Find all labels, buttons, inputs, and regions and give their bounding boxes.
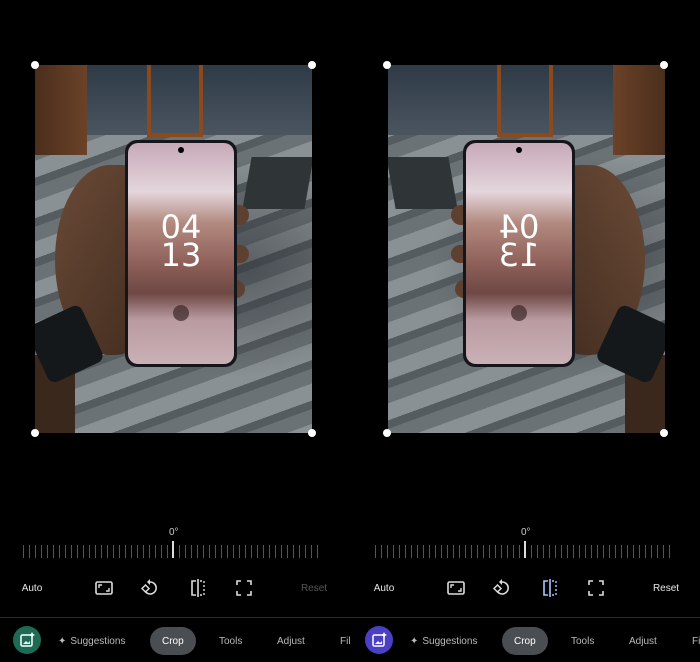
rotate-button[interactable]: [492, 578, 512, 598]
rotate-button[interactable]: [140, 578, 160, 598]
photo-door: [613, 65, 665, 155]
crop-handle-top-right[interactable]: [660, 61, 668, 69]
crop-handle-bottom-left[interactable]: [31, 429, 39, 437]
rotate-icon: [492, 579, 509, 595]
tab-tools[interactable]: Tools: [571, 627, 594, 655]
tab-filters-label: Fi: [692, 635, 700, 647]
slider-center-mark: [172, 541, 174, 558]
phone-clock-minutes: 13: [160, 236, 202, 274]
phone-camera: [516, 147, 522, 153]
crop-handle-bottom-right[interactable]: [308, 429, 316, 437]
phone-clock: 04 13: [128, 211, 234, 274]
free-crop-button[interactable]: [586, 578, 606, 598]
tab-adjust-label: Adjust: [629, 635, 657, 647]
editor-panel: 04 13 0° Auto Reset ✦ Suggestions Crop T…: [350, 0, 700, 662]
photo-stand: [497, 65, 553, 137]
aspect-ratio-icon: [95, 581, 113, 595]
divider: [0, 617, 350, 618]
lock-icon: [173, 305, 189, 321]
photo-crop-area[interactable]: 04 13: [35, 65, 312, 433]
flip-button[interactable]: [540, 578, 560, 598]
photo-mat: [242, 157, 312, 209]
straighten-angle-label: 0°: [169, 527, 179, 538]
tab-crop[interactable]: Crop: [150, 627, 196, 655]
flip-icon: [543, 579, 557, 597]
auto-button[interactable]: Auto: [14, 578, 50, 598]
aspect-ratio-button[interactable]: [94, 578, 114, 598]
free-crop-button[interactable]: [234, 578, 254, 598]
crop-corners-icon: [236, 580, 252, 596]
photo-stand: [147, 65, 203, 137]
phone-camera: [178, 147, 184, 153]
tab-filters-label: Fil: [340, 635, 351, 647]
slider-center-mark: [524, 541, 526, 558]
crop-handle-top-left[interactable]: [383, 61, 391, 69]
app-icon-button[interactable]: [13, 626, 41, 654]
sparkle-icon: ✦: [58, 635, 67, 647]
tab-suggestions-label: Suggestions: [422, 635, 478, 647]
crop-handle-bottom-right[interactable]: [660, 429, 668, 437]
photo-mat: [388, 157, 458, 209]
tab-filters[interactable]: Fil: [340, 627, 351, 655]
phone-clock: 04 13: [466, 208, 572, 274]
lock-icon: [511, 305, 527, 321]
tab-suggestions[interactable]: ✦ Suggestions: [58, 627, 125, 655]
tab-crop-label: Crop: [502, 627, 548, 655]
flip-button[interactable]: [188, 578, 208, 598]
photo-phone: 04 13: [463, 140, 575, 367]
crop-handle-top-left[interactable]: [31, 61, 39, 69]
rotate-icon: [140, 579, 157, 595]
tab-suggestions[interactable]: ✦ Suggestions: [410, 627, 477, 655]
editor-panel: 04 13 0° Auto Reset ✦ Suggestions Crop T…: [0, 0, 351, 662]
crop-handle-top-right[interactable]: [308, 61, 316, 69]
crop-handle-bottom-left[interactable]: [383, 429, 391, 437]
tab-adjust[interactable]: Adjust: [277, 627, 305, 655]
photo-crop-area[interactable]: 04 13: [388, 65, 665, 433]
aspect-ratio-icon: [447, 581, 465, 595]
divider: [350, 617, 700, 618]
tab-tools-label: Tools: [571, 635, 595, 647]
image-sparkle-icon: [20, 632, 35, 647]
straighten-angle-label: 0°: [521, 527, 531, 538]
image-sparkle-icon: [372, 632, 387, 647]
photo-phone: 04 13: [125, 140, 237, 367]
reset-button[interactable]: Reset: [648, 578, 684, 598]
sparkle-icon: ✦: [410, 635, 419, 647]
crop-corners-icon: [588, 580, 604, 596]
app-icon-button[interactable]: [365, 626, 393, 654]
photo-door: [35, 65, 87, 155]
reset-button[interactable]: Reset: [296, 578, 332, 598]
tab-filters[interactable]: Fi: [692, 627, 700, 655]
phone-screen: 04 13: [128, 143, 234, 364]
aspect-ratio-button[interactable]: [446, 578, 466, 598]
tab-tools[interactable]: Tools: [219, 627, 242, 655]
auto-button[interactable]: Auto: [366, 578, 402, 598]
tab-crop-label: Crop: [150, 627, 196, 655]
tab-tools-label: Tools: [219, 635, 243, 647]
tab-crop[interactable]: Crop: [502, 627, 548, 655]
tab-suggestions-label: Suggestions: [70, 635, 126, 647]
straighten-slider[interactable]: [23, 541, 323, 558]
tab-adjust-label: Adjust: [277, 635, 305, 647]
phone-clock-minutes: 13: [498, 236, 540, 274]
phone-screen: 04 13: [466, 143, 572, 364]
flip-icon: [191, 579, 205, 597]
straighten-slider[interactable]: [375, 541, 675, 558]
tab-adjust[interactable]: Adjust: [629, 627, 657, 655]
